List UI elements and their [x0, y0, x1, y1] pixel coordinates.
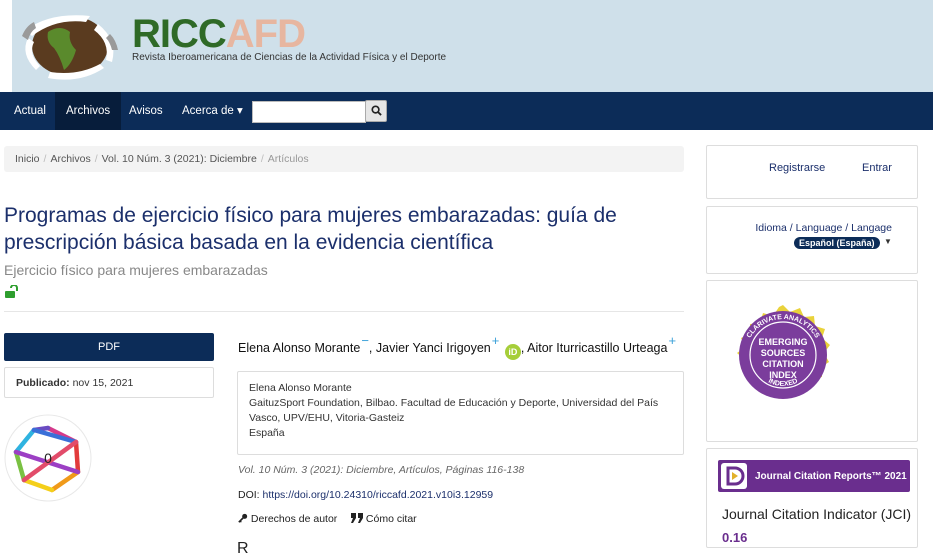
breadcrumb-link-issue[interactable]: Vol. 10 Núm. 3 (2021): Diciembre — [102, 153, 257, 165]
esci-seal-icon[interactable]: CLARIVATE ANALYTICS EMERGING SOURCES CIT… — [729, 303, 837, 411]
search-icon — [370, 105, 382, 116]
jci-label: Journal Citation Indicator (JCI) — [722, 506, 912, 522]
how-to-cite-link[interactable]: Cómo citar — [351, 513, 417, 525]
dimensions-badge[interactable]: 0 — [4, 414, 92, 502]
nav-label: Actual — [14, 105, 46, 117]
affiliation-institution: GaituzSport Foundation, Bilbao. Facultad… — [249, 397, 659, 424]
language-select[interactable]: Español (España) — [794, 237, 880, 249]
published-label: Publicado: — [16, 377, 70, 389]
globe-logo-icon[interactable] — [20, 10, 120, 82]
article-title: Programas de ejercicio físico para mujer… — [4, 204, 617, 254]
doi-label: DOI: — [238, 489, 260, 501]
nav-item-acerca-de[interactable]: Acerca de ▾ — [171, 92, 254, 130]
search-button[interactable] — [365, 100, 387, 122]
dimensions-count: 0 — [44, 450, 52, 466]
breadcrumb-separator: / — [94, 153, 98, 165]
register-link[interactable]: Registrarse — [769, 162, 825, 174]
author-toggle[interactable]: − — [361, 333, 369, 348]
nav-label: Acerca de — [182, 105, 234, 117]
nav-item-avisos[interactable]: Avisos — [118, 92, 174, 130]
jcr-logo-icon — [721, 463, 747, 489]
breadcrumb-separator: / — [260, 153, 264, 165]
author-toggle[interactable]: + — [668, 333, 676, 348]
logo-main-text: RICC — [132, 12, 227, 56]
copyright-label: Derechos de autor — [250, 513, 338, 525]
esci-text-1: EMERGING — [758, 337, 807, 347]
nav-label: Avisos — [129, 105, 163, 117]
quote-icon — [351, 513, 363, 523]
author-separator: , — [368, 341, 373, 355]
author-toggle[interactable]: + — [492, 333, 500, 348]
author-name: Javier Yanci Irigoyen — [375, 341, 491, 355]
breadcrumb: Inicio / Archivos / Vol. 10 Núm. 3 (2021): D… — [4, 146, 684, 172]
issue-info: Vol. 10 Núm. 3 (2021): Diciembre, Artícu… — [238, 464, 525, 476]
search-input[interactable] — [252, 101, 366, 123]
key-icon — [238, 513, 248, 523]
divider — [4, 311, 684, 312]
nav-label: Archivos — [66, 105, 111, 117]
jcr-banner-label: Journal Citation Reports™ 2021 — [755, 471, 907, 482]
nav-item-archivos[interactable]: Archivos — [55, 92, 122, 130]
author-name: Aitor Iturricastillo Urteaga — [527, 341, 668, 355]
logo-subtitle: Revista Iberoamericana de Ciencias de la… — [132, 52, 447, 63]
copyright-link[interactable]: Derechos de autor — [238, 513, 337, 525]
affiliation-box: Elena Alonso Morante GaituzSport Foundat… — [237, 371, 684, 455]
chevron-down-icon: ▾ — [236, 105, 243, 117]
esci-text-2: SOURCES — [761, 348, 806, 358]
chevron-down-icon[interactable]: ▼ — [884, 237, 892, 246]
orcid-icon[interactable]: iD — [504, 344, 521, 360]
breadcrumb-link-archivos[interactable]: Archivos — [50, 153, 90, 165]
esci-text-4: INDEX — [769, 370, 797, 380]
doi-link[interactable]: https://doi.org/10.24310/riccafd.2021.v1… — [263, 489, 494, 501]
article-subtitle: Ejercicio físico para mujeres embarazada… — [4, 262, 268, 278]
unlock-icon — [5, 285, 18, 298]
affiliation-country: España — [249, 427, 285, 439]
pdf-download-button[interactable]: PDF — [4, 333, 214, 361]
author-list: Elena Alonso Morante−, Javier Yanci Irig… — [238, 333, 688, 360]
logo-accent-text: AFD — [225, 12, 306, 56]
breadcrumb-link-inicio[interactable]: Inicio — [15, 153, 40, 165]
published-date-box: Publicado: nov 15, 2021 — [4, 367, 214, 398]
language-title: Idioma / Language / Langage — [755, 222, 892, 234]
affiliation-name: Elena Alonso Morante — [249, 382, 352, 394]
site-logo-text[interactable]: RICCAFD — [132, 12, 306, 57]
jci-value: 0.16 — [722, 530, 748, 545]
breadcrumb-separator: / — [43, 153, 47, 165]
breadcrumb-current: Artículos — [267, 153, 309, 165]
author-name: Elena Alonso Morante — [238, 341, 361, 355]
login-link[interactable]: Entrar — [862, 162, 892, 174]
nav-item-actual[interactable]: Actual — [3, 92, 57, 130]
esci-text-3: CITATION — [762, 359, 803, 369]
author-separator: , — [520, 341, 525, 355]
doi-line: DOI: https://doi.org/10.24310/riccafd.20… — [238, 489, 493, 501]
published-date: nov 15, 2021 — [72, 377, 134, 389]
how-to-cite-label: Cómo citar — [365, 513, 417, 525]
section-heading: R — [237, 540, 249, 557]
